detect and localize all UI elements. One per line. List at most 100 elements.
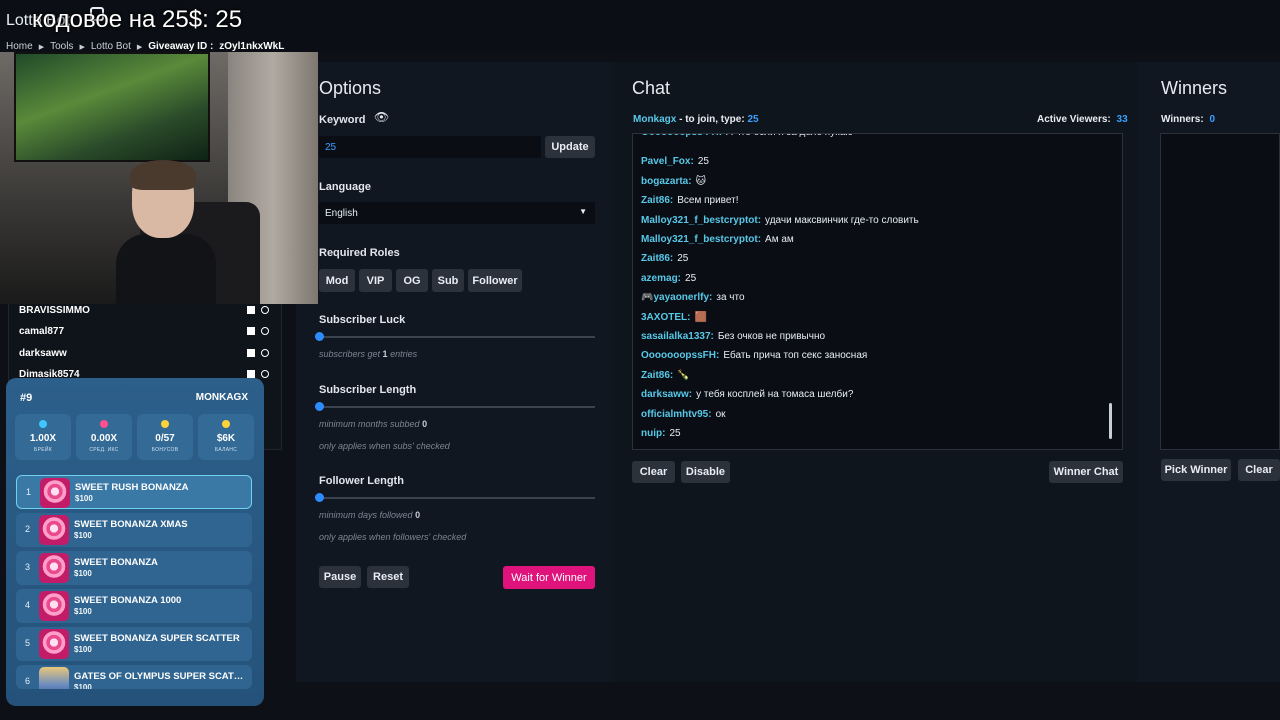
breadcrumb-tools[interactable]: Tools (50, 41, 73, 52)
chat-message: officialmhtv95: ок (641, 409, 726, 420)
stat-icon (161, 420, 169, 428)
slot-index: 2 (25, 524, 31, 534)
update-button[interactable]: Update (545, 136, 595, 158)
keyword-label: Keyword (319, 114, 366, 126)
stat-label: БАЛАНС (214, 447, 238, 453)
wait-for-winner-button[interactable]: Wait for Winner (503, 566, 595, 589)
role-mod-button[interactable]: Mod (319, 269, 355, 292)
role-sub-button[interactable]: Sub (432, 269, 464, 292)
subscriber-length-slider[interactable] (319, 406, 595, 408)
bonus-stat: 0/57 БОНУСОВ (137, 414, 193, 460)
language-select[interactable]: English ▼ (319, 202, 595, 224)
chat-log[interactable]: Ooooooopss FH: А что если я за дело пукаю… (632, 133, 1123, 450)
follower-length-thumb[interactable] (315, 493, 324, 502)
ban-icon[interactable] (261, 306, 269, 314)
ban-icon[interactable] (261, 348, 269, 357)
subscriber-length-label: Subscriber Length (319, 384, 417, 396)
chat-username[interactable]: Malloy321_f_bestcryptot: (641, 234, 761, 245)
stat-icon (222, 420, 230, 428)
breadcrumb-home[interactable]: Home (6, 41, 33, 52)
chat-username[interactable]: Zait86: (641, 253, 673, 264)
chat-message: Zait86: Всем привет! (641, 195, 738, 206)
chat-username[interactable]: azemag: (641, 273, 681, 284)
role-follower-button[interactable]: Follower (468, 269, 522, 292)
slot-amount: $100 (74, 531, 92, 540)
chat-message: OoooooopssFH: Ебать прича топ секс заносн… (641, 350, 867, 361)
chat-message: 🎮yayaonerlfy: за что (641, 292, 745, 303)
slot-amount: $100 (74, 569, 92, 578)
chat-username[interactable]: darksaww: (641, 389, 692, 400)
subscriber-length-note: only applies when subs' checked (319, 441, 450, 451)
slot-thumbnail (39, 553, 69, 583)
chat-message: Pavel_Fox: 25 (641, 156, 709, 167)
pick-winner-button[interactable]: Pick Winner (1161, 459, 1231, 481)
winners-title: Winners (1161, 78, 1228, 98)
chat-scrollbar[interactable] (1109, 403, 1112, 439)
join-instructions: Monkagx - to join, type: 25 (633, 114, 759, 125)
chevron-right-icon: ▶ (38, 43, 45, 51)
entrant-row: camal877 (19, 326, 273, 337)
join-keyword: 25 (747, 114, 759, 125)
active-viewers: Active Viewers: 33 (1037, 114, 1128, 125)
winner-chat-button[interactable]: Winner Chat (1049, 461, 1123, 483)
chat-message: azemag: 25 (641, 273, 696, 284)
subscriber-luck-label: Subscriber Luck (319, 314, 406, 326)
breadcrumb-lotto-bot[interactable]: Lotto Bot (91, 41, 131, 52)
subscriber-luck-thumb[interactable] (315, 332, 324, 341)
subscriber-length-value: 0 (422, 419, 428, 429)
chat-username[interactable]: Ooooooopss FH: (641, 134, 722, 138)
chat-username[interactable]: 🎮yayaonerlfy: (641, 292, 712, 303)
subscriber-length-thumb[interactable] (315, 402, 324, 411)
stat-icon (39, 420, 47, 428)
chat-text: 🟫 (694, 311, 707, 323)
keyword-input[interactable]: 25 (319, 136, 541, 158)
chat-username[interactable]: Malloy321_f_bestcryptot: (641, 215, 761, 226)
role-og-button[interactable]: OG (396, 269, 428, 292)
bonus-stat: 1.00X БРЕЙК (15, 414, 71, 460)
chat-username[interactable]: OoooooopssFH: (641, 350, 719, 361)
slot-amount: $100 (74, 607, 92, 616)
chat-username[interactable]: Zait86: (641, 195, 673, 206)
stop-icon[interactable] (247, 327, 255, 336)
slot-amount: $100 (74, 645, 92, 654)
reset-button[interactable]: Reset (367, 566, 409, 588)
streamer-body (116, 234, 216, 304)
chat-message: sasailalka1337: Без очков не привычно (641, 331, 825, 342)
subscriber-luck-slider[interactable] (319, 336, 595, 338)
chat-title: Chat (632, 78, 671, 98)
role-vip-button[interactable]: VIP (359, 269, 392, 292)
chat-message: Malloy321_f_bestcryptot: удачи максвинчик… (641, 215, 919, 226)
pause-button[interactable]: Pause (319, 566, 361, 588)
follower-length-slider[interactable] (319, 497, 595, 499)
slot-name: SWEET BONANZA SUPER SCATTER (74, 633, 240, 644)
ban-icon[interactable] (261, 327, 269, 336)
follower-length-note: only applies when followers' checked (319, 532, 467, 542)
chat-text: 🐱 (695, 175, 706, 187)
chat-clear-button[interactable]: Clear (632, 461, 675, 483)
chat-username[interactable]: bogazarta: (641, 176, 692, 187)
subscriber-length-hint: minimum months subbed 0 (319, 419, 427, 429)
entrant-row: darksaww (19, 348, 273, 359)
chat-message: 3AXOTEL: 🟫 (641, 312, 707, 323)
chat-username[interactable]: nuip: (641, 428, 665, 439)
chat-username[interactable]: Pavel_Fox: (641, 156, 694, 167)
chat-username[interactable]: 3AXOTEL: (641, 312, 690, 323)
eye-icon[interactable]: 👁 (374, 110, 389, 124)
slot-name: SWEET BONANZA XMAS (74, 519, 188, 530)
chat-username[interactable]: Zait86: (641, 370, 673, 381)
stop-icon[interactable] (247, 306, 255, 314)
chat-disable-button[interactable]: Disable (681, 461, 730, 483)
chevron-right-icon: ▶ (79, 43, 85, 51)
stat-label: БОНУСОВ (151, 447, 179, 453)
chat-username[interactable]: officialmhtv95: (641, 409, 712, 420)
stop-icon[interactable] (247, 348, 255, 357)
bonus-stat: 0.00X СРЕД. ИКС (76, 414, 132, 460)
join-text: - to join, type: (676, 114, 748, 125)
winners-clear-button[interactable]: Clear (1238, 459, 1280, 481)
ban-icon[interactable] (261, 369, 269, 378)
stop-icon[interactable] (247, 369, 255, 378)
chat-username[interactable]: sasailalka1337: (641, 331, 714, 342)
slot-thumbnail (39, 591, 69, 621)
stat-icon (100, 420, 108, 428)
chat-text: ок (715, 408, 726, 420)
